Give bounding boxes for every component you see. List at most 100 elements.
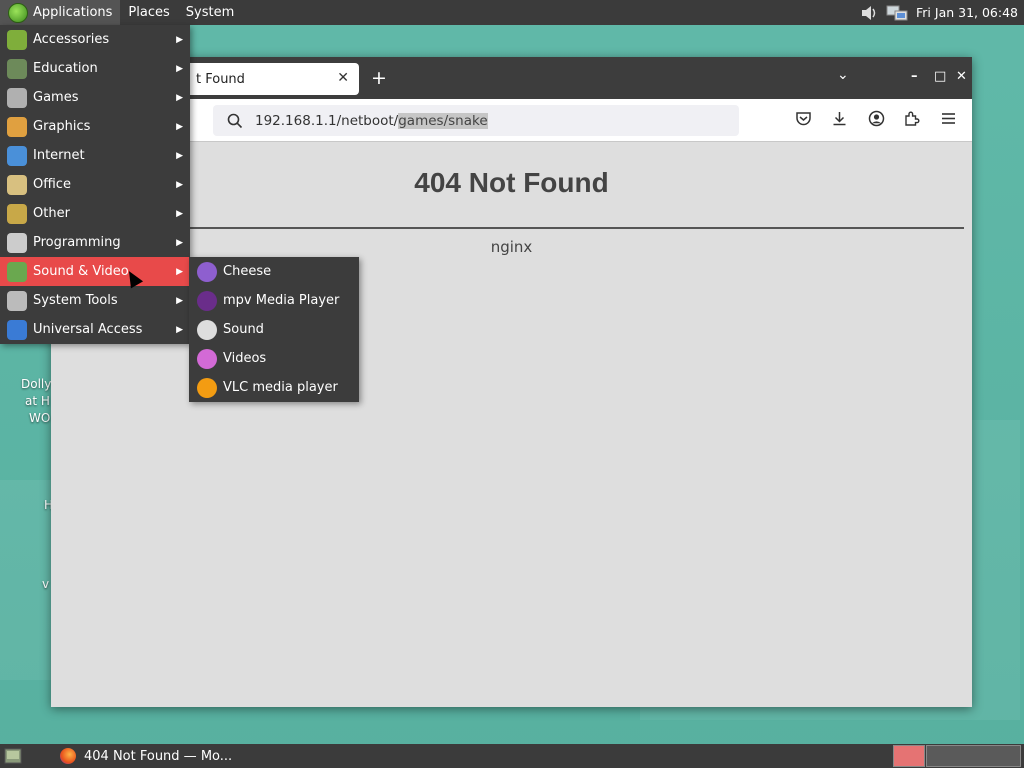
tab-list-chevron-icon[interactable]: ⌄	[837, 67, 849, 83]
clock[interactable]: Fri Jan 31, 06:48	[916, 5, 1018, 20]
maximize-icon[interactable]: □	[934, 69, 946, 84]
menu-item-graphics[interactable]: Graphics ▶	[0, 112, 190, 141]
menu-item-label: Sound & Video	[33, 264, 129, 279]
menu-item-label: Internet	[33, 148, 85, 163]
close-window-icon[interactable]: ✕	[956, 69, 967, 84]
submenu-item-label: Cheese	[223, 264, 272, 279]
submenu-arrow-icon: ▶	[176, 266, 183, 277]
menu-item-games[interactable]: Games ▶	[0, 83, 190, 112]
submenu-arrow-icon: ▶	[176, 208, 183, 219]
menu-item-label: Other	[33, 206, 70, 221]
new-tab-icon[interactable]: +	[371, 67, 387, 89]
url-text: 192.168.1.1/netboot/games/snake	[255, 112, 488, 129]
internet-icon	[7, 145, 27, 166]
menu-item-accessories[interactable]: Accessories ▶	[0, 25, 190, 54]
distro-logo-icon	[8, 2, 28, 23]
workspace-switcher-empty[interactable]	[926, 745, 1021, 767]
submenu-item-videos[interactable]: Videos	[189, 344, 359, 373]
submenu-arrow-icon: ▶	[176, 63, 183, 74]
submenu-arrow-icon: ▶	[176, 150, 183, 161]
account-icon[interactable]	[868, 110, 885, 127]
desktop-icon-label[interactable]: WO	[29, 411, 50, 425]
system-menu-button[interactable]: System	[178, 0, 242, 25]
accessories-icon	[7, 29, 27, 50]
menu-item-internet[interactable]: Internet ▶	[0, 141, 190, 170]
network-icon[interactable]	[886, 4, 908, 22]
tab-title: t Found	[196, 71, 245, 87]
submenu-item-sound[interactable]: Sound	[189, 315, 359, 344]
submenu-arrow-icon: ▶	[176, 121, 183, 132]
menu-item-label: Universal Access	[33, 322, 143, 337]
other-icon	[7, 203, 27, 224]
tab-close-icon[interactable]: ✕	[337, 70, 349, 86]
system-label: System	[185, 5, 235, 20]
places-menu-button[interactable]: Places	[120, 0, 177, 25]
divider	[182, 227, 964, 229]
submenu-arrow-icon: ▶	[176, 92, 183, 103]
places-label: Places	[128, 5, 170, 20]
pocket-icon[interactable]	[795, 110, 812, 127]
submenu-arrow-icon: ▶	[176, 295, 183, 306]
menu-item-label: Games	[33, 90, 79, 105]
menu-item-other[interactable]: Other ▶	[0, 199, 190, 228]
sound-video-icon	[7, 261, 27, 282]
desktop-icon-label[interactable]: Dolly	[21, 377, 51, 391]
submenu-item-mpv[interactable]: mpv Media Player	[189, 286, 359, 315]
download-icon[interactable]	[831, 110, 848, 127]
submenu-arrow-icon: ▶	[176, 179, 183, 190]
firefox-icon	[60, 748, 76, 764]
menu-item-label: Programming	[33, 235, 121, 250]
system-tray: Fri Jan 31, 06:48	[860, 0, 1018, 25]
sound-video-submenu: Cheese mpv Media Player Sound Videos VLC med…	[189, 257, 359, 402]
workspace-switcher[interactable]	[893, 745, 925, 767]
applications-menu-button[interactable]: Applications	[0, 0, 121, 25]
submenu-item-label: mpv Media Player	[223, 293, 340, 308]
programming-icon	[7, 232, 27, 253]
games-icon	[7, 87, 27, 108]
mpv-icon	[197, 290, 217, 311]
sound-icon	[197, 319, 217, 340]
volume-icon[interactable]	[860, 4, 878, 22]
submenu-arrow-icon: ▶	[176, 34, 183, 45]
cheese-icon	[197, 261, 217, 282]
menu-item-education[interactable]: Education ▶	[0, 54, 190, 83]
submenu-item-cheese[interactable]: Cheese	[189, 257, 359, 286]
hamburger-menu-icon[interactable]	[940, 110, 957, 127]
submenu-item-vlc[interactable]: VLC media player	[189, 373, 359, 402]
vlc-icon	[197, 377, 217, 398]
submenu-item-label: Sound	[223, 322, 264, 337]
menu-item-system-tools[interactable]: System Tools ▶	[0, 286, 190, 315]
menu-item-label: System Tools	[33, 293, 118, 308]
taskbar-item-firefox[interactable]: 404 Not Found — Mo...	[52, 744, 240, 768]
url-prefix: 192.168.1.1/netboot/	[255, 112, 399, 129]
universal-access-icon	[7, 319, 27, 340]
top-panel: Applications Places System Fri Jan 31, 0…	[0, 0, 1024, 25]
menu-item-office[interactable]: Office ▶	[0, 170, 190, 199]
applications-menu: Accessories ▶ Education ▶ Games ▶ Graphics ▶ Int…	[0, 25, 190, 344]
desktop-icon-label[interactable]: v	[42, 577, 49, 591]
menu-item-universal-access[interactable]: Universal Access ▶	[0, 315, 190, 344]
menu-item-label: Accessories	[33, 32, 110, 47]
bottom-taskbar: 404 Not Found — Mo...	[0, 744, 1024, 768]
menu-item-label: Office	[33, 177, 71, 192]
submenu-item-label: VLC media player	[223, 380, 338, 395]
submenu-item-label: Videos	[223, 351, 267, 366]
taskbar-item-label: 404 Not Found — Mo...	[84, 748, 233, 764]
videos-icon	[197, 348, 217, 369]
submenu-arrow-icon: ▶	[176, 324, 183, 335]
extensions-icon[interactable]	[903, 110, 920, 127]
system-tools-icon	[7, 290, 27, 311]
education-icon	[7, 58, 27, 79]
applications-label: Applications	[33, 5, 113, 20]
office-icon	[7, 174, 27, 195]
desktop-icon-label[interactable]: at H	[25, 394, 50, 408]
menu-item-label: Graphics	[33, 119, 91, 134]
menu-item-programming[interactable]: Programming ▶	[0, 228, 190, 257]
submenu-arrow-icon: ▶	[176, 237, 183, 248]
show-desktop-icon[interactable]	[4, 748, 22, 764]
search-icon	[227, 113, 243, 128]
menu-item-sound-video[interactable]: Sound & Video ▶	[0, 257, 190, 286]
url-bar[interactable]: 192.168.1.1/netboot/games/snake	[213, 105, 739, 136]
url-selected-text: games/snake	[398, 112, 488, 129]
minimize-icon[interactable]: –	[911, 69, 918, 84]
